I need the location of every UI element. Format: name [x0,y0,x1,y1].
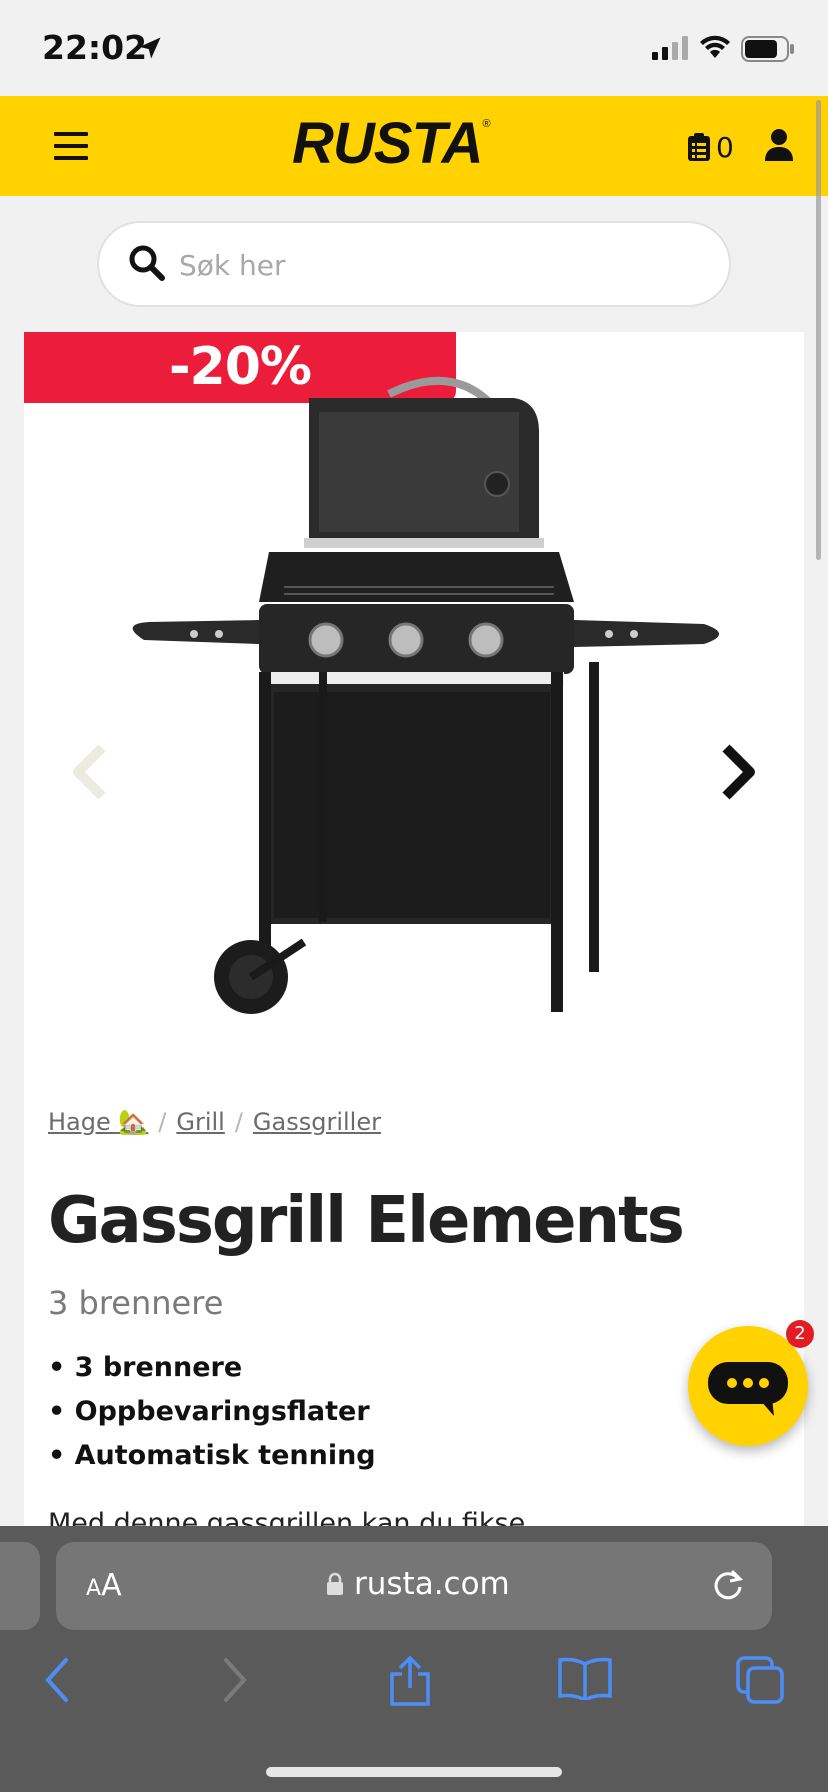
browser-toolbar: AA rusta.com [0,1526,828,1792]
breadcrumb-link-grill[interactable]: Grill [176,1108,224,1136]
bookmarks-icon[interactable] [558,1656,612,1700]
chat-unread-badge: 2 [786,1320,814,1348]
hamburger-menu-icon[interactable] [54,132,88,160]
search-bar[interactable] [97,221,731,307]
product-image[interactable] [119,372,739,1072]
location-arrow-icon [139,37,161,59]
chevron-right-icon[interactable] [718,744,758,800]
shopping-list-icon [688,133,710,161]
share-icon[interactable] [388,1656,432,1706]
text-size-small-a: A [86,1576,102,1601]
breadcrumb-separator: / [158,1108,167,1136]
product-subtitle: 3 brennere [48,1284,224,1322]
logo-text: RUSTA [292,111,483,176]
chevron-left-icon[interactable] [70,744,110,800]
url-display: rusta.com [326,1566,510,1602]
status-bar: 22:02 [0,0,828,96]
logo-registered-mark: ® [482,118,490,130]
wifi-icon [700,35,730,58]
search-icon [129,245,165,281]
home-indicator[interactable] [266,1767,562,1777]
url-text: rusta.com [354,1566,510,1602]
tabs-icon[interactable] [736,1656,784,1704]
breadcrumb-link-gassgriller[interactable]: Gassgriller [253,1108,381,1136]
previous-tab-peek[interactable] [0,1542,40,1630]
feature-list: • 3 brennere • Oppbevaringsflater • Auto… [48,1346,376,1478]
product-title: Gassgrill Elements [48,1184,685,1258]
status-time: 22:02 [42,28,148,67]
breadcrumb-link-hage[interactable]: Hage 🏡 [48,1108,148,1136]
feature-item: • 3 brennere [48,1352,243,1383]
address-bar[interactable]: AA rusta.com [56,1542,772,1630]
user-icon[interactable] [764,128,794,162]
breadcrumb: Hage 🏡 / Grill / Gassgriller [48,1108,381,1136]
chat-bubble-icon [708,1362,788,1416]
feature-item: • Oppbevaringsflater [48,1396,370,1427]
forward-icon[interactable] [220,1656,250,1704]
battery-icon [741,36,794,62]
shopping-list-button[interactable]: 0 [688,130,734,164]
page-scrollbar[interactable] [816,100,821,560]
feature-item: • Automatisk tenning [48,1440,376,1471]
text-size-large-a: A [101,1568,122,1603]
search-input[interactable] [179,241,699,289]
cellular-signal-icon [652,36,688,60]
rusta-logo[interactable]: RUSTA® [292,110,491,177]
text-size-button[interactable]: AA [86,1568,122,1603]
back-icon[interactable] [42,1656,72,1704]
site-header: RUSTA® 0 [0,96,828,196]
product-card: -20% Hage 🏡 / Grill / Gassgriller Gassgr… [24,332,804,1539]
reload-icon[interactable] [710,1567,746,1603]
breadcrumb-separator: / [234,1108,243,1136]
lock-icon [327,1572,343,1595]
shopping-list-count: 0 [716,130,734,164]
